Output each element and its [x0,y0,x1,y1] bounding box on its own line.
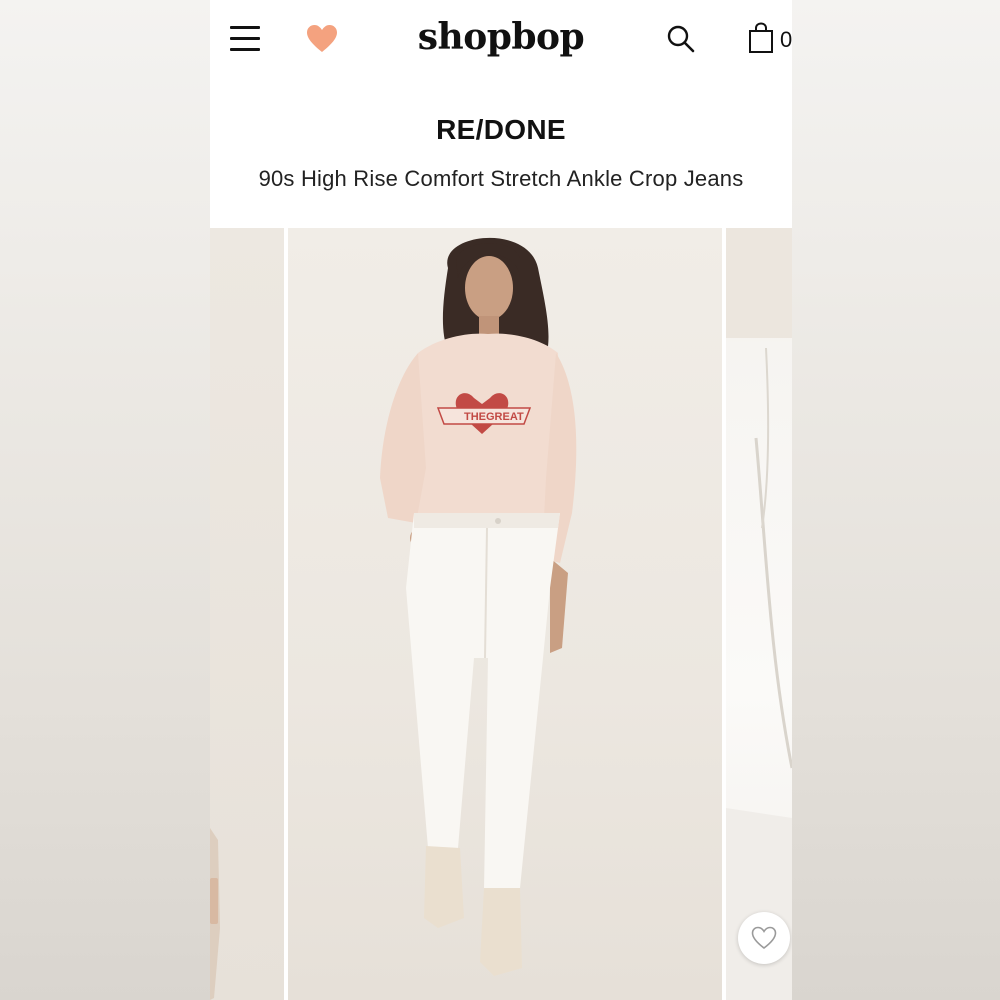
heart-outline-icon [751,926,777,950]
product-brand[interactable]: RE/DONE [210,114,792,146]
print-text-great: GREAT [486,411,524,423]
top-nav-bar: shopbop 0 [210,0,792,80]
main-product-image[interactable]: THE GREAT [288,228,722,1000]
app-screen: shopbop 0 RE/DONE 90s High Rise Comfort … [210,0,792,1000]
next-product-image[interactable] [726,228,792,1000]
shopbop-logo[interactable]: shopbop [210,16,792,58]
shopping-bag-icon[interactable] [748,22,774,54]
add-to-wishlist-button[interactable] [738,912,790,964]
product-image-carousel[interactable]: THE GREAT [210,228,792,1000]
previous-product-image[interactable] [210,228,284,1000]
print-text-the: THE [464,411,486,423]
product-title: 90s High Rise Comfort Stretch Ankle Crop… [258,166,744,191]
bag-count: 0 [780,27,792,52]
search-icon[interactable] [666,24,696,54]
